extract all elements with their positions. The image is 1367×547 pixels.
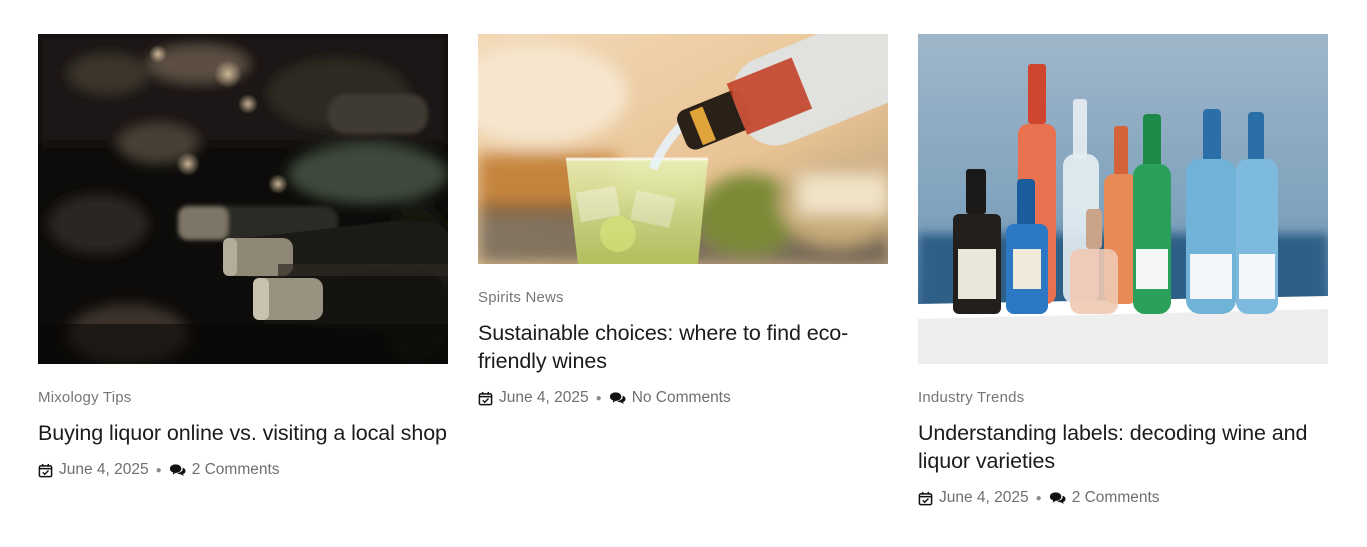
- post-thumbnail-3[interactable]: [918, 34, 1328, 364]
- post-date-3: June 4, 2025: [939, 489, 1029, 506]
- post-category-2[interactable]: Spirits News: [478, 289, 888, 306]
- post-card-3: Industry Trends Understanding labels: de…: [918, 34, 1328, 507]
- comments-icon: [1049, 491, 1066, 505]
- post-category-3[interactable]: Industry Trends: [918, 389, 1328, 406]
- calendar-check-icon: [478, 391, 493, 406]
- post-title-2[interactable]: Sustainable choices: where to find eco-f…: [478, 319, 888, 375]
- post-card-2: Spirits News Sustainable choices: where …: [478, 34, 888, 407]
- post-thumbnail-2[interactable]: [478, 34, 888, 264]
- post-meta-1: June 4, 2025 ● 2 Comments: [38, 461, 448, 479]
- comments-icon: [169, 463, 186, 477]
- comments-icon: [609, 391, 626, 405]
- post-date-1: June 4, 2025: [59, 461, 149, 478]
- post-title-3[interactable]: Understanding labels: decoding wine and …: [918, 419, 1328, 475]
- wine-bottles-rack-photo: [38, 34, 448, 364]
- meta-separator: ●: [155, 464, 162, 476]
- post-meta-3: June 4, 2025 ● 2 Comments: [918, 489, 1328, 507]
- post-card-1: Mixology Tips Buying liquor online vs. v…: [38, 34, 448, 479]
- post-meta-2: June 4, 2025 ● No Comments: [478, 389, 888, 407]
- meta-separator: ●: [595, 392, 602, 404]
- post-thumbnail-1[interactable]: [38, 34, 448, 364]
- post-comments-link-3[interactable]: 2 Comments: [1072, 489, 1160, 507]
- post-date-2: June 4, 2025: [499, 389, 589, 406]
- assorted-bottles-photo: [918, 34, 1328, 364]
- post-comments-link-1[interactable]: 2 Comments: [192, 461, 280, 479]
- post-title-1[interactable]: Buying liquor online vs. visiting a loca…: [38, 419, 448, 447]
- pouring-cocktail-photo: [478, 34, 888, 264]
- calendar-check-icon: [38, 463, 53, 478]
- meta-separator: ●: [1035, 492, 1042, 504]
- post-category-1[interactable]: Mixology Tips: [38, 389, 448, 406]
- calendar-check-icon: [918, 491, 933, 506]
- post-comments-link-2[interactable]: No Comments: [632, 389, 731, 407]
